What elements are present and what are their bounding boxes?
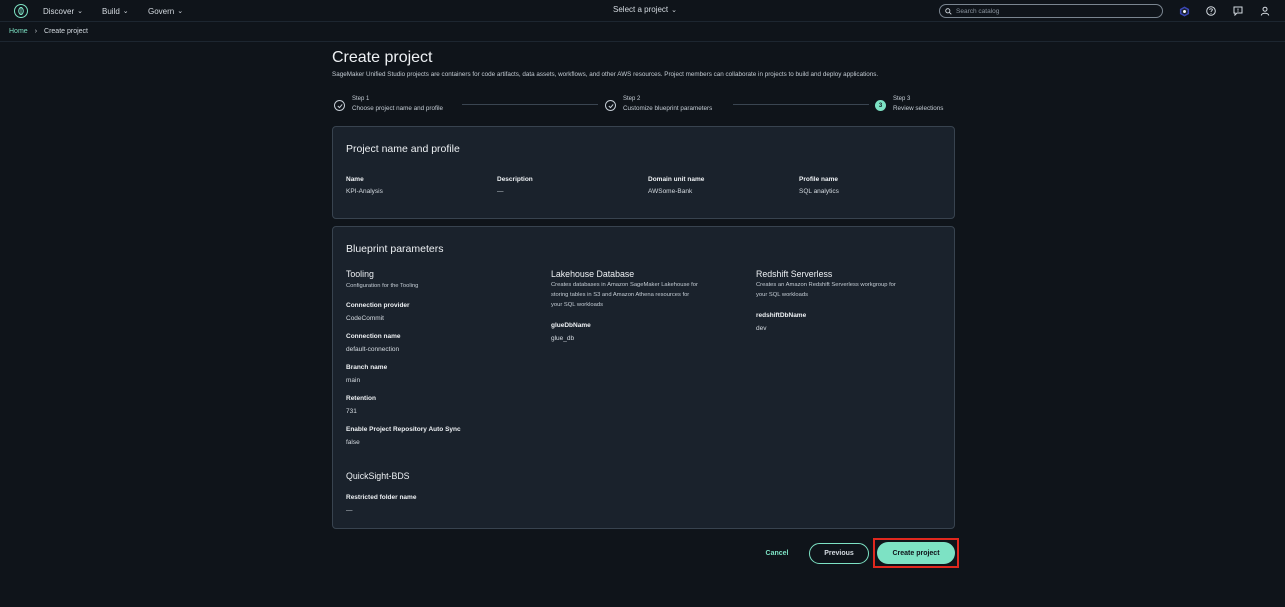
desc-line: storing tables in S3 and Amazon Athena r…: [551, 292, 690, 298]
step-connector: [733, 104, 869, 105]
field-label-domain-unit: Domain unit name: [648, 176, 705, 183]
divider: [0, 41, 1285, 42]
step-marker-number: 3: [878, 102, 883, 109]
desc-line: your SQL workloads: [551, 302, 603, 308]
chevron-down-icon: ⌄: [77, 8, 83, 15]
search-input[interactable]: [956, 7, 1156, 15]
field-label: Enable Project Repository Auto Sync: [346, 426, 461, 433]
project-profile-card: Project name and profile Name KPI-Analys…: [332, 126, 955, 219]
desc-line: Creates an Amazon Redshift Serverless wo…: [756, 282, 896, 288]
field-label: Retention: [346, 395, 376, 402]
field-value: 731: [346, 408, 357, 415]
field-value: main: [346, 377, 361, 384]
field-value: glue_db: [551, 335, 575, 342]
section-desc-redshift: Creates an Amazon Redshift Serverless wo…: [756, 280, 896, 300]
breadcrumb-home-link[interactable]: Home: [9, 28, 28, 35]
chevron-down-icon: ⌄: [122, 8, 129, 15]
step-connector: [462, 104, 598, 105]
field-label: redshiftDbName: [756, 312, 807, 319]
create-project-button[interactable]: Create project: [877, 542, 955, 564]
breadcrumb: Home › Create project: [9, 28, 88, 35]
page-title: Create project: [332, 49, 433, 66]
project-selector-label: Select a project: [613, 5, 669, 14]
search-box[interactable]: [939, 4, 1163, 18]
field-value: dev: [756, 325, 767, 332]
field-value-description: —: [497, 188, 504, 195]
field-label-name: Name: [346, 176, 364, 183]
feedback-icon[interactable]: [1232, 5, 1244, 17]
step-1: Step 1 Choose project name and profile: [334, 96, 443, 112]
section-desc-tooling: Configuration for the Tooling: [346, 283, 419, 289]
cancel-button[interactable]: Cancel: [757, 543, 797, 563]
section-title-lakehouse: Lakehouse Database: [551, 269, 635, 279]
field-label: Branch name: [346, 364, 388, 371]
field-label: Restricted folder name: [346, 494, 417, 501]
check-circle-icon: [605, 100, 616, 111]
page-description: SageMaker Unified Studio projects are co…: [332, 71, 879, 78]
step-2: Step 2 Customize blueprint parameters: [605, 96, 712, 112]
check-circle-icon: [334, 100, 345, 111]
step-number: Step 2: [623, 96, 641, 102]
chevron-down-icon: ⌄: [671, 6, 678, 14]
chevron-right-icon: ›: [34, 28, 38, 35]
section-title-tooling: Tooling: [346, 269, 374, 279]
field-label: Connection name: [346, 333, 401, 340]
step-number: Step 3: [893, 96, 911, 102]
nav-menu-label: Build: [102, 6, 120, 16]
card-title: Blueprint parameters: [346, 243, 444, 255]
search-icon: [945, 7, 952, 15]
project-selector[interactable]: Select a project ⌄: [613, 5, 677, 14]
breadcrumb-current: Create project: [44, 28, 88, 35]
field-value: —: [346, 507, 353, 514]
step-3: 3 Step 3 Review selections: [875, 96, 943, 112]
card-title: Project name and profile: [346, 143, 460, 155]
section-title-quicksight: QuickSight-BDS: [346, 471, 410, 481]
step-label: Review selections: [893, 105, 944, 112]
desc-line: Creates databases in Amazon SageMaker La…: [551, 282, 698, 288]
field-value-domain-unit: AWSome-Bank: [648, 188, 693, 195]
nav-menu-build[interactable]: Build ⌄: [102, 5, 129, 17]
top-nav: Discover ⌄ Build ⌄ Govern ⌄ Select a projec…: [0, 0, 1285, 22]
nav-menu-discover[interactable]: Discover ⌄: [43, 5, 83, 17]
field-label-profile-name: Profile name: [799, 176, 839, 183]
user-profile-icon[interactable]: [1259, 5, 1271, 17]
section-desc-lakehouse: Creates databases in Amazon SageMaker La…: [551, 280, 698, 310]
sagemaker-logo-icon[interactable]: [14, 4, 28, 18]
field-label: Connection provider: [346, 302, 410, 309]
field-value-name: KPI-Analysis: [346, 188, 383, 195]
nav-menu-govern[interactable]: Govern ⌄: [148, 5, 183, 17]
step-label: Customize blueprint parameters: [623, 105, 713, 112]
current-step-marker-icon: 3: [875, 100, 886, 111]
section-title-redshift: Redshift Serverless: [756, 269, 833, 279]
nav-menu-label: Govern: [148, 6, 175, 16]
field-value-profile-name: SQL analytics: [799, 188, 839, 195]
step-number: Step 1: [352, 96, 370, 102]
field-value: default-connection: [346, 346, 400, 353]
nav-menu-label: Discover: [43, 6, 75, 16]
help-icon[interactable]: [1205, 5, 1217, 17]
step-label: Choose project name and profile: [352, 105, 444, 112]
field-label: glueDbName: [551, 322, 591, 329]
q-assistant-icon[interactable]: [1178, 5, 1190, 17]
previous-button[interactable]: Previous: [809, 543, 869, 564]
field-label-description: Description: [497, 176, 533, 183]
blueprint-parameters-card: Blueprint parameters Tooling Configurati…: [332, 226, 955, 529]
field-value: false: [346, 439, 360, 446]
desc-line: your SQL workloads: [756, 292, 808, 298]
chevron-down-icon: ⌄: [177, 8, 184, 15]
field-value: CodeCommit: [346, 315, 384, 322]
